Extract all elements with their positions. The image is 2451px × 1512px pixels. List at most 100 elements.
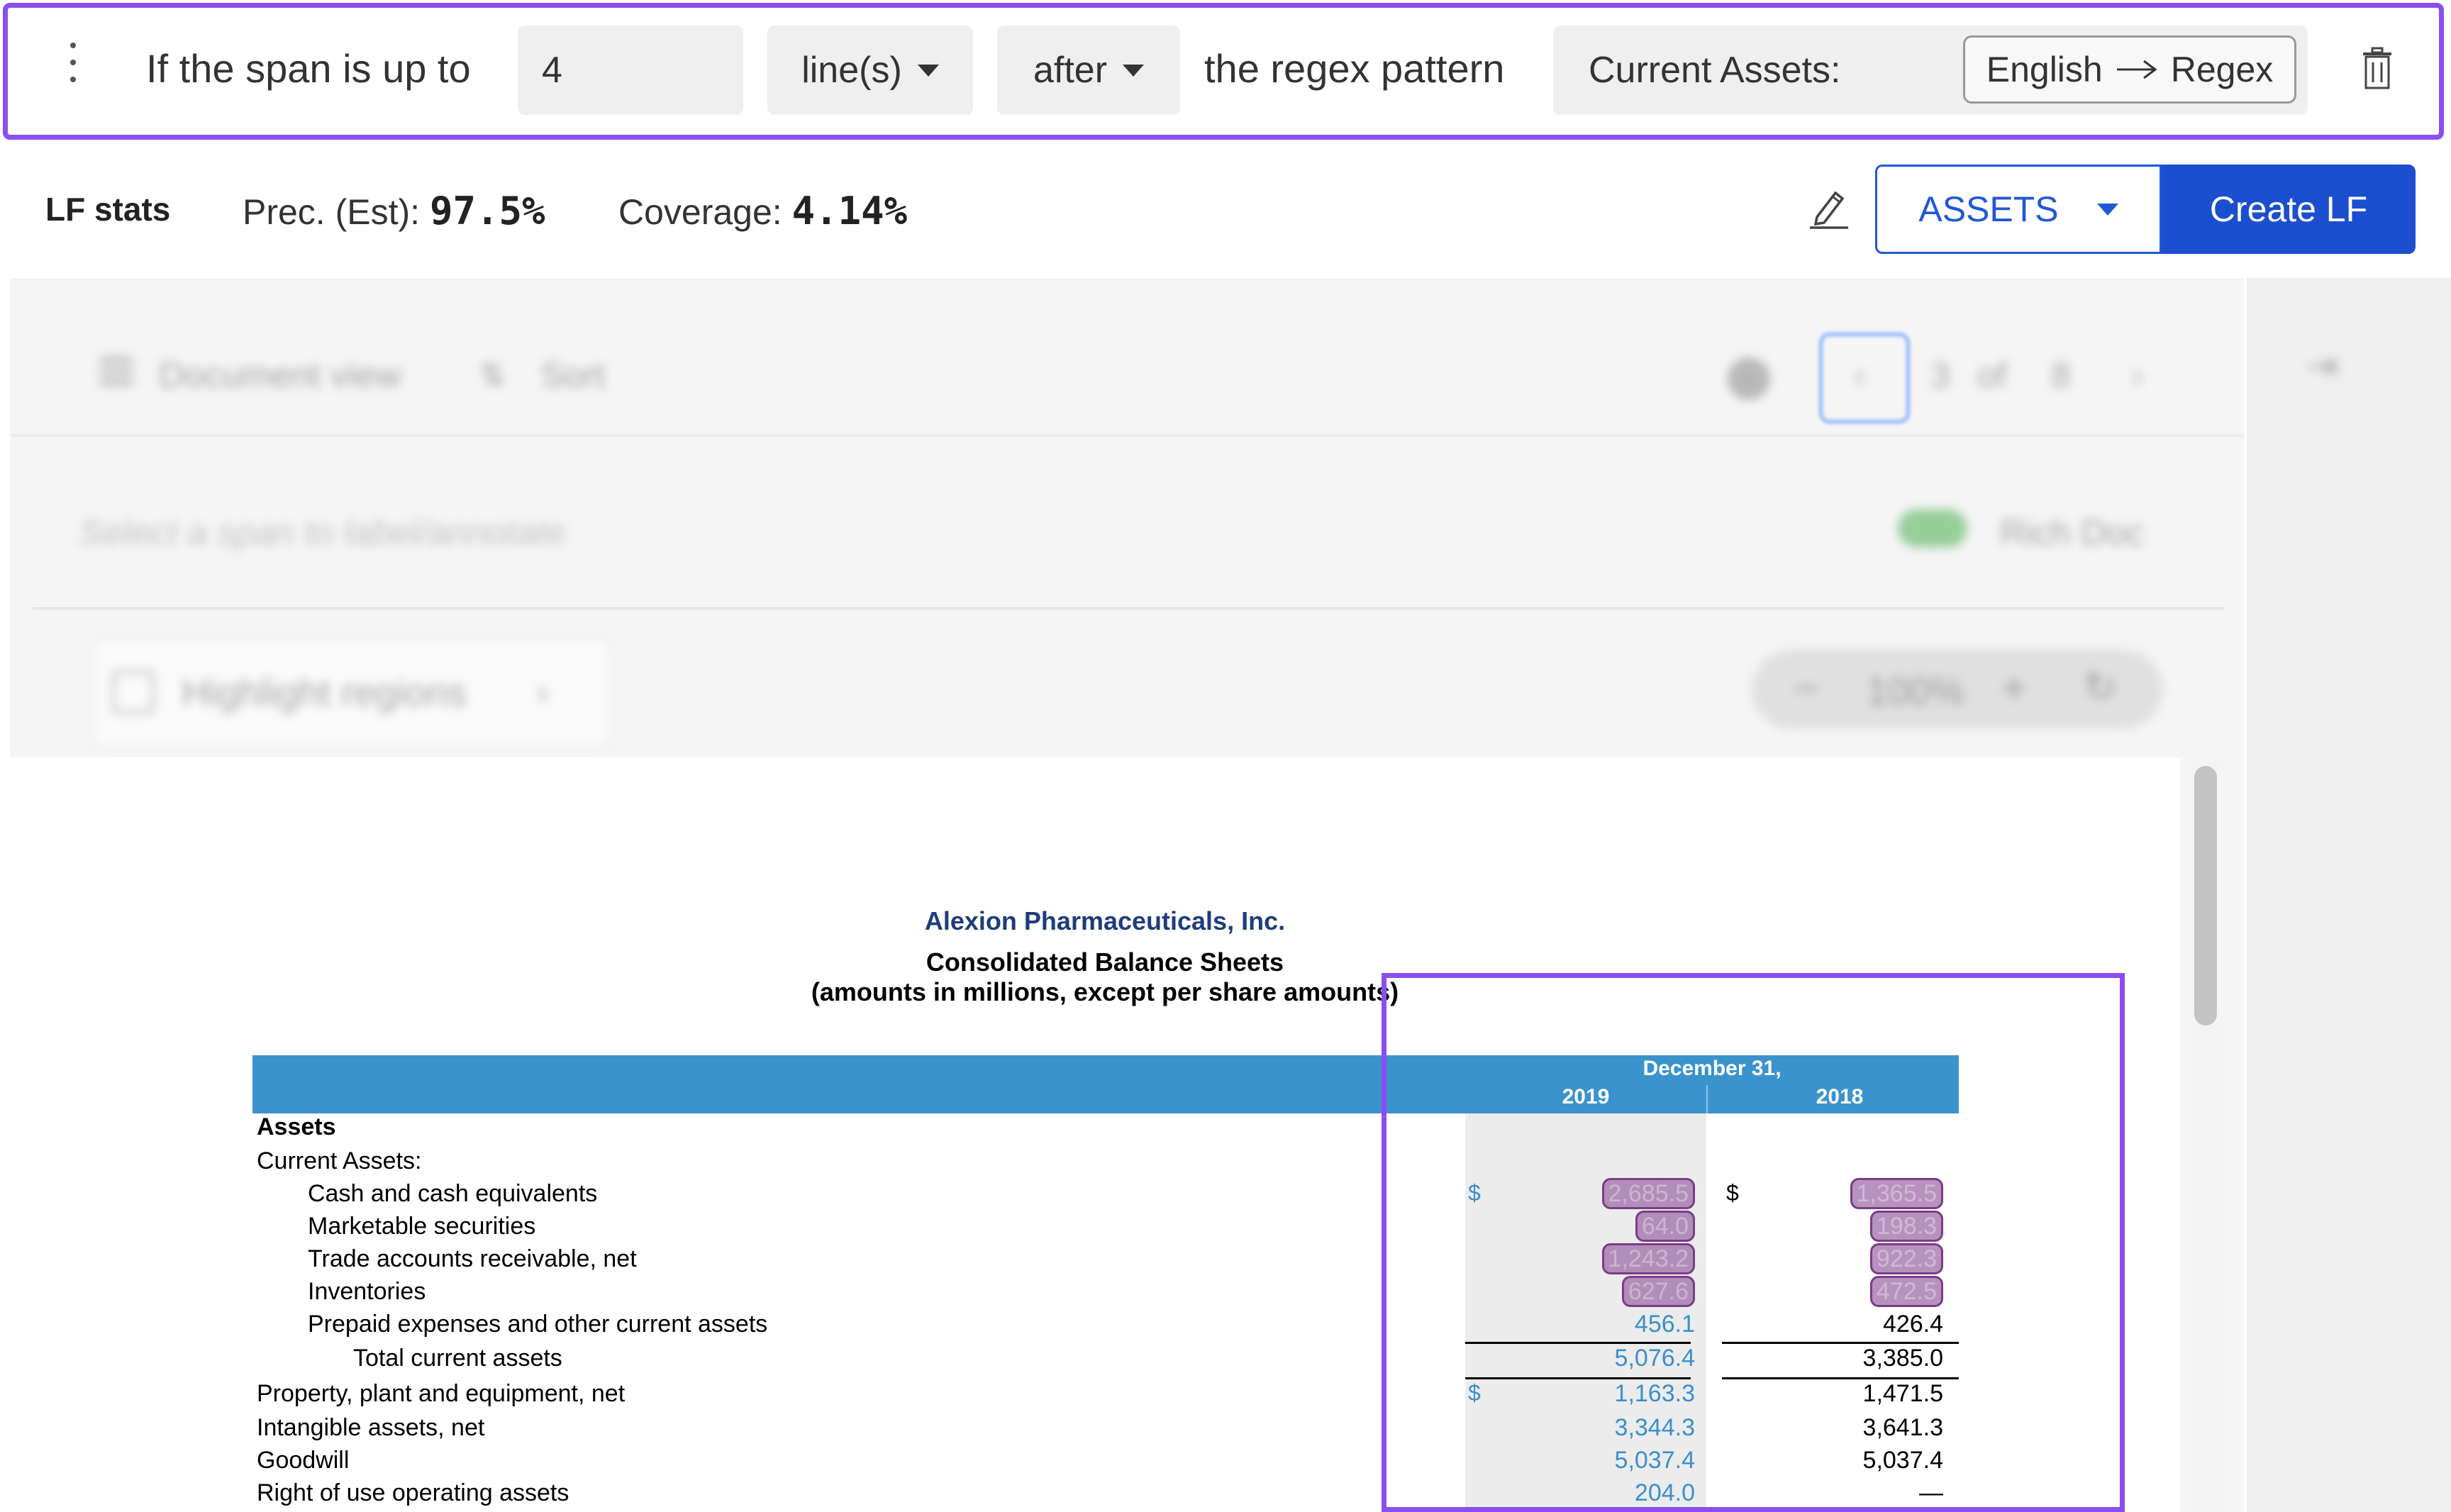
- total-line: [1722, 1377, 1959, 1379]
- table-row-label: Intangible assets, net: [257, 1414, 485, 1441]
- value-2019[interactable]: 2,685.5: [1468, 1178, 1695, 1209]
- subsection-current-assets: Current Assets:: [257, 1147, 422, 1174]
- sort-icon[interactable]: ⇅: [479, 357, 515, 393]
- table-row-label: Cash and cash equivalents: [308, 1180, 598, 1207]
- value-2019[interactable]: 204.0: [1468, 1479, 1695, 1507]
- caret-down-icon: [2096, 203, 2118, 216]
- table-row-label: Goodwill: [257, 1447, 350, 1474]
- unit-dropdown[interactable]: line(s): [767, 26, 973, 115]
- page-of: of: [1977, 355, 2007, 395]
- header-date: December 31,: [1643, 1057, 1782, 1080]
- value-2019[interactable]: 3,344.3: [1468, 1414, 1695, 1442]
- value-2018[interactable]: 198.3: [1723, 1211, 1943, 1242]
- highlighted-span[interactable]: 922.3: [1869, 1243, 1943, 1274]
- direction-dropdown[interactable]: after: [997, 26, 1180, 115]
- table-row-label: Right of use operating assets: [257, 1479, 569, 1506]
- value-2018[interactable]: 1,471.5: [1723, 1380, 1943, 1408]
- span-count-value: 4: [542, 50, 562, 91]
- value-2018[interactable]: 3,641.3: [1723, 1414, 1943, 1442]
- highlighted-span[interactable]: 2,685.5: [1601, 1178, 1695, 1209]
- precision-label: Prec. (Est):: [243, 192, 421, 232]
- value-2019[interactable]: 456.1: [1468, 1311, 1695, 1338]
- zoom-out-icon[interactable]: −: [1794, 664, 1819, 713]
- table-row-label: Property, plant and equipment, net: [257, 1380, 626, 1407]
- settings-icon[interactable]: [1728, 357, 1770, 400]
- zoom-level: 100%: [1867, 670, 1965, 713]
- collapse-panel-icon[interactable]: ⇥: [2306, 343, 2338, 388]
- table-row-label: Trade accounts receivable, net: [308, 1245, 637, 1272]
- value-2019[interactable]: 1,243.2: [1468, 1243, 1695, 1274]
- highlighted-span[interactable]: 64.0: [1635, 1211, 1695, 1242]
- statement-title: Consolidated Balance Sheets: [926, 947, 1284, 977]
- mode-from-label: English: [1986, 50, 2103, 89]
- sort-button[interactable]: Sort: [540, 355, 606, 396]
- chevron-left-icon: ‹: [1854, 355, 1866, 395]
- annotate-hint: Select a span to label/annotate: [79, 513, 567, 552]
- value-2018[interactable]: —: [1723, 1479, 1943, 1507]
- value-2018[interactable]: 5,037.4: [1723, 1447, 1943, 1474]
- company-name: Alexion Pharmaceuticals, Inc.: [924, 906, 1286, 935]
- value-2019[interactable]: 64.0: [1468, 1211, 1695, 1242]
- statement-subtitle: (amounts in millions, except per share a…: [811, 977, 1399, 1006]
- label-class-value: ASSETS: [1918, 189, 2059, 229]
- coverage-value: 4.14%: [791, 189, 908, 233]
- header-separator: [1706, 1085, 1708, 1113]
- value-2019[interactable]: 5,037.4: [1468, 1447, 1695, 1474]
- coverage-stat: Coverage: 4.14%: [618, 189, 907, 233]
- caret-down-icon: [917, 64, 939, 77]
- create-lf-button[interactable]: Create LF: [2162, 165, 2416, 254]
- table-row-label: Prepaid expenses and other current asset…: [308, 1311, 768, 1338]
- value-2018[interactable]: 1,365.5: [1723, 1178, 1943, 1209]
- side-panel: [2247, 278, 2451, 1512]
- span-count-input[interactable]: 4: [518, 26, 743, 115]
- coverage-label: Coverage:: [618, 192, 782, 232]
- highlighted-span[interactable]: 472.5: [1869, 1276, 1943, 1307]
- lf-stats-title: LF stats: [45, 191, 171, 228]
- highlighted-span[interactable]: 198.3: [1869, 1211, 1943, 1242]
- highlighted-span[interactable]: 627.6: [1621, 1276, 1695, 1307]
- highlight-checkbox[interactable]: [112, 671, 155, 713]
- highlighted-span[interactable]: 1,243.2: [1601, 1243, 1695, 1274]
- precision-value: 97.5%: [429, 189, 545, 233]
- mode-to-label: Regex: [2170, 50, 2274, 89]
- section-assets: Assets: [257, 1113, 336, 1140]
- pattern-text: the regex pattern: [1204, 46, 1505, 91]
- value-2018[interactable]: 922.3: [1723, 1243, 1943, 1274]
- value-2018[interactable]: 472.5: [1723, 1276, 1943, 1307]
- unit-dropdown-label: line(s): [801, 50, 902, 91]
- precision-stat: Prec. (Est): 97.5%: [243, 189, 545, 233]
- page-total: 8: [2051, 355, 2071, 395]
- zoom-in-icon[interactable]: +: [2001, 664, 2026, 713]
- caret-down-icon: [1123, 64, 1145, 77]
- section-divider: [33, 607, 2224, 610]
- highlight-regions-label: Highlight regions: [182, 672, 467, 714]
- highlighted-span[interactable]: 1,365.5: [1850, 1178, 1943, 1209]
- document-view-button[interactable]: Document view: [159, 355, 401, 396]
- list-icon[interactable]: [99, 357, 133, 386]
- value-2018[interactable]: 3,385.0: [1723, 1345, 1943, 1372]
- value-2019[interactable]: 627.6: [1468, 1276, 1695, 1307]
- reset-zoom-icon[interactable]: ↻: [2084, 664, 2117, 711]
- toolbar-divider: [10, 434, 2244, 437]
- total-line: [1465, 1377, 1691, 1379]
- lf-prefix-text: If the span is up to: [146, 46, 471, 91]
- page-current: 3: [1930, 355, 1950, 395]
- trash-icon[interactable]: [2360, 47, 2394, 89]
- chevron-right-icon[interactable]: ›: [2132, 355, 2144, 396]
- label-class-select[interactable]: ASSETS: [1875, 165, 2162, 254]
- subtotal-line: [1465, 1342, 1691, 1344]
- arrow-right-icon: [2116, 60, 2157, 79]
- header-year-2018: 2018: [1816, 1085, 1864, 1108]
- more-options-icon[interactable]: [68, 43, 78, 92]
- chevron-right-icon: ›: [536, 670, 549, 713]
- value-2018[interactable]: 426.4: [1723, 1311, 1943, 1338]
- direction-dropdown-label: after: [1033, 50, 1108, 91]
- english-to-regex-toggle[interactable]: English Regex: [1963, 35, 2296, 104]
- rich-doc-label: Rich Doc: [2000, 513, 2144, 552]
- value-2019[interactable]: 5,076.4: [1468, 1345, 1695, 1372]
- value-2019[interactable]: 1,163.3: [1468, 1380, 1695, 1408]
- table-row-label: Total current assets: [353, 1345, 562, 1372]
- pencil-icon[interactable]: [1807, 186, 1851, 230]
- rich-doc-toggle[interactable]: [1898, 509, 1967, 547]
- table-row-label: Marketable securities: [308, 1213, 536, 1240]
